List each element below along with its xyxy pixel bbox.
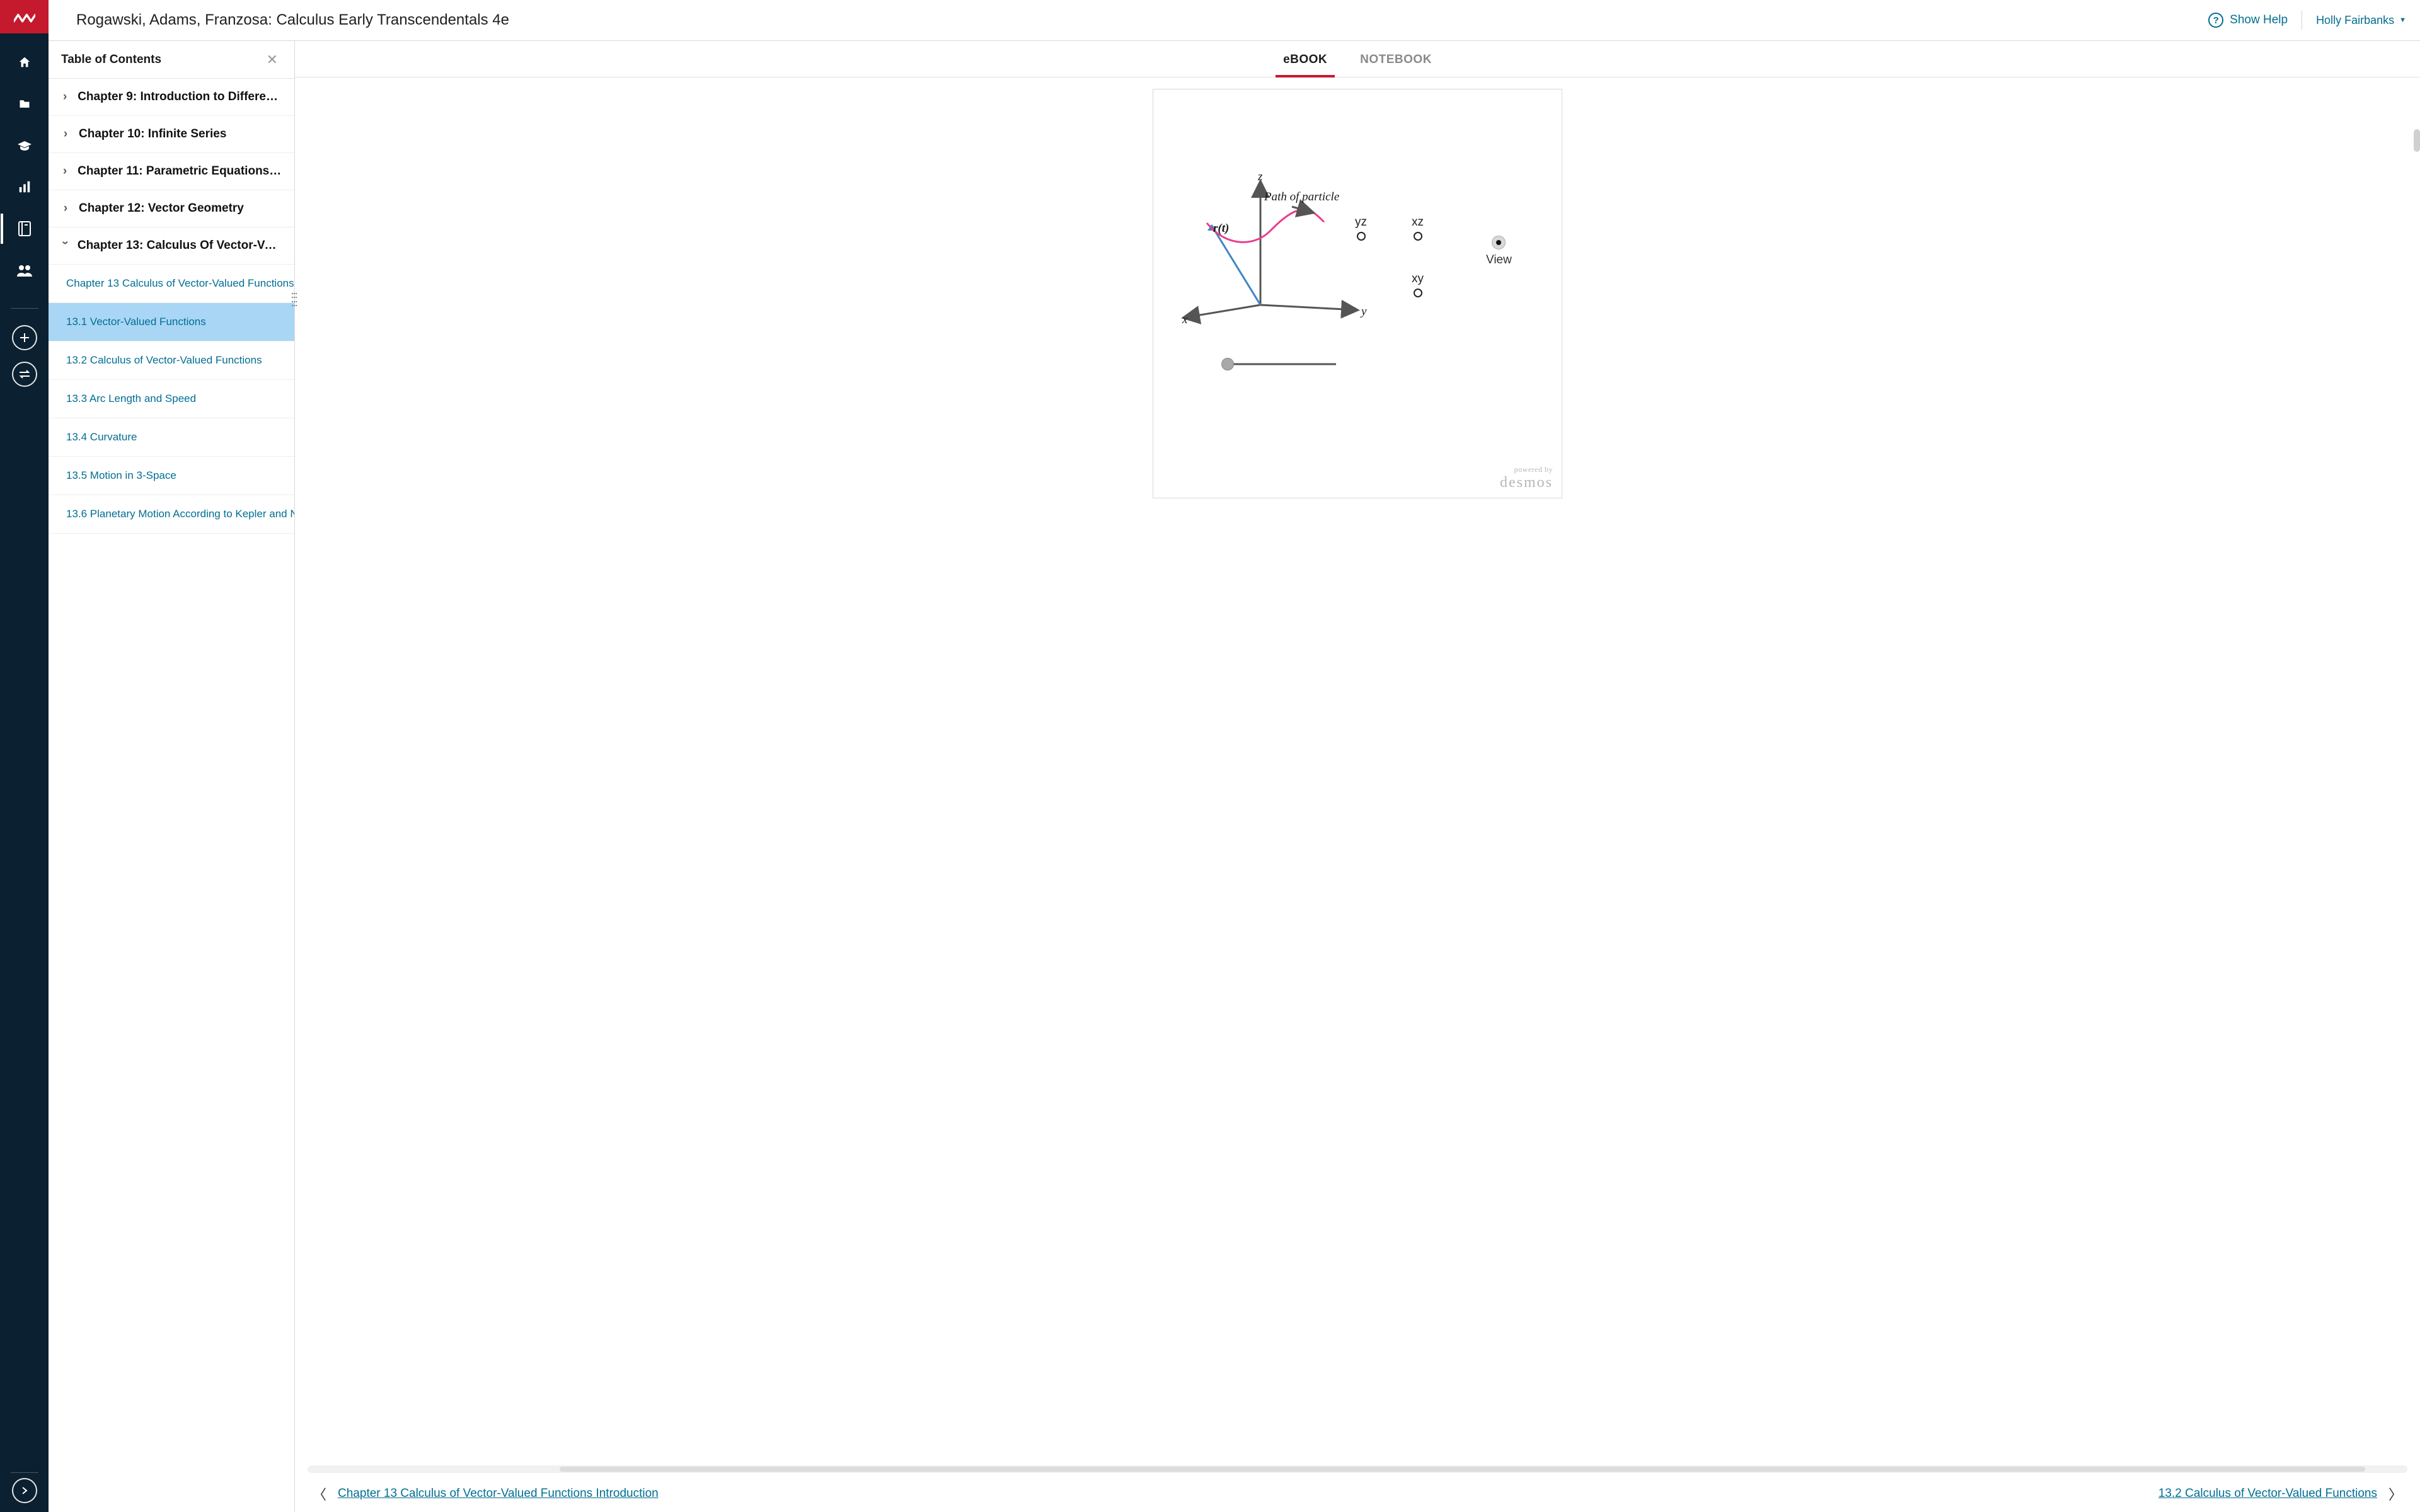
view-knob[interactable] — [1492, 236, 1506, 249]
book-title: Rogawski, Adams, Franzosa: Calculus Earl… — [76, 11, 509, 29]
plane-xz-radio[interactable]: xz — [1412, 215, 1424, 241]
radio-dot-icon — [1414, 232, 1422, 241]
close-icon: ✕ — [267, 52, 278, 67]
home-icon — [18, 55, 32, 69]
toc-chapter[interactable]: › Chapter 13: Calculus Of Vector-Valued … — [49, 227, 294, 265]
folder-icon — [18, 98, 32, 110]
tab-notebook[interactable]: NOTEBOOK — [1359, 44, 1433, 77]
chevron-right-icon: › — [60, 127, 71, 141]
plus-icon — [19, 332, 30, 343]
chevron-down-icon: › — [58, 241, 72, 251]
slider-knob[interactable] — [1221, 358, 1234, 370]
toc-title: Table of Contents — [61, 53, 161, 67]
horizontal-scrollbar[interactable] — [308, 1465, 2407, 1473]
chevron-right-icon: › — [60, 90, 70, 104]
toc-chapter-label: Chapter 11: Parametric Equations, Pol… — [78, 164, 283, 178]
chevron-right-icon: › — [60, 202, 71, 215]
pager-next-label: 13.2 Calculus of Vector-Valued Functions — [2158, 1487, 2377, 1501]
people-icon — [16, 264, 33, 277]
bar-chart-icon — [18, 180, 32, 194]
toc-chapter-label: Chapter 13: Calculus Of Vector-Valued … — [78, 239, 283, 253]
show-help-label: Show Help — [2230, 13, 2288, 27]
plane-xz-label: xz — [1412, 215, 1424, 229]
path-label: Path of particle — [1264, 190, 1339, 204]
rail-add[interactable] — [12, 325, 37, 350]
radio-dot-icon — [1414, 289, 1422, 297]
toc-close-button[interactable]: ✕ — [263, 49, 282, 71]
rail-expand[interactable] — [12, 1478, 37, 1503]
plane-xy-radio[interactable]: xy — [1412, 272, 1424, 297]
show-help-link[interactable]: ? Show Help — [2208, 13, 2288, 28]
toc-panel: Table of Contents ✕ › Chapter 9: Introdu… — [49, 41, 295, 1512]
content-area: eBOOK NOTEBOOK — [295, 41, 2420, 1512]
book-icon — [18, 221, 31, 236]
radio-dot-icon — [1357, 232, 1366, 241]
topbar: Rogawski, Adams, Franzosa: Calculus Earl… — [49, 0, 2420, 41]
user-menu[interactable]: Holly Fairbanks ▼ — [2316, 14, 2406, 27]
toc-subitem[interactable]: 13.3 Arc Length and Speed — [49, 380, 294, 418]
graduation-icon — [17, 139, 32, 152]
chevron-down-icon: ▼ — [2399, 16, 2406, 24]
toc-subitem[interactable]: 13.2 Calculus of Vector-Valued Functions — [49, 341, 294, 380]
content-tabs: eBOOK NOTEBOOK — [295, 41, 2420, 77]
powered-by-label: powered by — [1500, 465, 1553, 474]
chevron-left-icon: 〈 — [313, 1484, 326, 1504]
rail-divider-bottom — [11, 1472, 38, 1473]
rail-grad[interactable] — [1, 130, 49, 161]
figure-card: z y x r(t) Path of particle yz — [1153, 89, 1562, 498]
view-label: View — [1486, 253, 1512, 267]
rail-divider — [11, 308, 38, 309]
plane-yz-label: yz — [1355, 215, 1367, 229]
rail-book[interactable] — [1, 214, 49, 244]
chevron-right-icon — [21, 1486, 28, 1495]
toc-chapter[interactable]: › Chapter 11: Parametric Equations, Pol… — [49, 153, 294, 190]
rail-folder[interactable] — [1, 89, 49, 119]
y-axis-label: y — [1361, 305, 1366, 319]
toc-chapter[interactable]: › Chapter 12: Vector Geometry — [49, 190, 294, 227]
rail-bars[interactable] — [1, 172, 49, 202]
toc-subitem[interactable]: 13.6 Planetary Motion According to Keple… — [49, 495, 294, 534]
z-axis-label: z — [1258, 170, 1262, 184]
toc-subitem[interactable]: 13.1 Vector-Valued Functions — [49, 303, 294, 341]
toc-chapter[interactable]: › Chapter 9: Introduction to Differentia… — [49, 79, 294, 116]
brand-logo[interactable] — [0, 0, 49, 33]
desmos-brand: desmos — [1500, 474, 1553, 491]
figure-svg — [1153, 89, 1563, 499]
pager-next[interactable]: 13.2 Calculus of Vector-Valued Functions… — [2158, 1484, 2402, 1504]
user-name: Holly Fairbanks — [2316, 14, 2394, 27]
vector-label: r(t) — [1213, 222, 1229, 236]
vertical-scrollbar[interactable] — [2414, 129, 2420, 152]
plane-yz-radio[interactable]: yz — [1355, 215, 1367, 241]
pager: 〈 Chapter 13 Calculus of Vector-Valued F… — [295, 1475, 2420, 1512]
help-icon: ? — [2208, 13, 2223, 28]
toc-chapter-label: Chapter 12: Vector Geometry — [79, 202, 244, 215]
tab-ebook[interactable]: eBOOK — [1282, 44, 1328, 77]
x-axis-label: x — [1182, 313, 1187, 327]
chevron-right-icon: › — [60, 164, 70, 178]
toc-chapter-label: Chapter 10: Infinite Series — [79, 127, 226, 141]
plane-xy-label: xy — [1412, 272, 1424, 286]
left-rail — [0, 0, 49, 1512]
ebook-viewer[interactable]: z y x r(t) Path of particle yz — [295, 77, 2420, 1465]
chevron-right-icon: 〉 — [2388, 1484, 2402, 1504]
dot-icon — [1496, 240, 1501, 245]
rail-people[interactable] — [1, 255, 49, 285]
toc-subitem[interactable]: 13.4 Curvature — [49, 418, 294, 457]
toc-chapter[interactable]: › Chapter 10: Infinite Series — [49, 116, 294, 153]
toc-subitem[interactable]: 13.5 Motion in 3-Space — [49, 457, 294, 495]
toc-chapter-label: Chapter 9: Introduction to Differential … — [78, 90, 283, 104]
rail-home[interactable] — [1, 47, 49, 77]
toc-subitem[interactable]: Chapter 13 Calculus of Vector-Valued Fun… — [49, 265, 294, 303]
macmillan-logo-icon — [14, 10, 35, 24]
pager-prev-label: Chapter 13 Calculus of Vector-Valued Fun… — [338, 1487, 659, 1501]
pager-prev[interactable]: 〈 Chapter 13 Calculus of Vector-Valued F… — [313, 1484, 659, 1504]
rail-swap[interactable] — [12, 362, 37, 387]
powered-by-desmos: powered by desmos — [1500, 465, 1553, 491]
swap-icon — [18, 370, 31, 379]
toc-list[interactable]: › Chapter 9: Introduction to Differentia… — [49, 79, 294, 1512]
